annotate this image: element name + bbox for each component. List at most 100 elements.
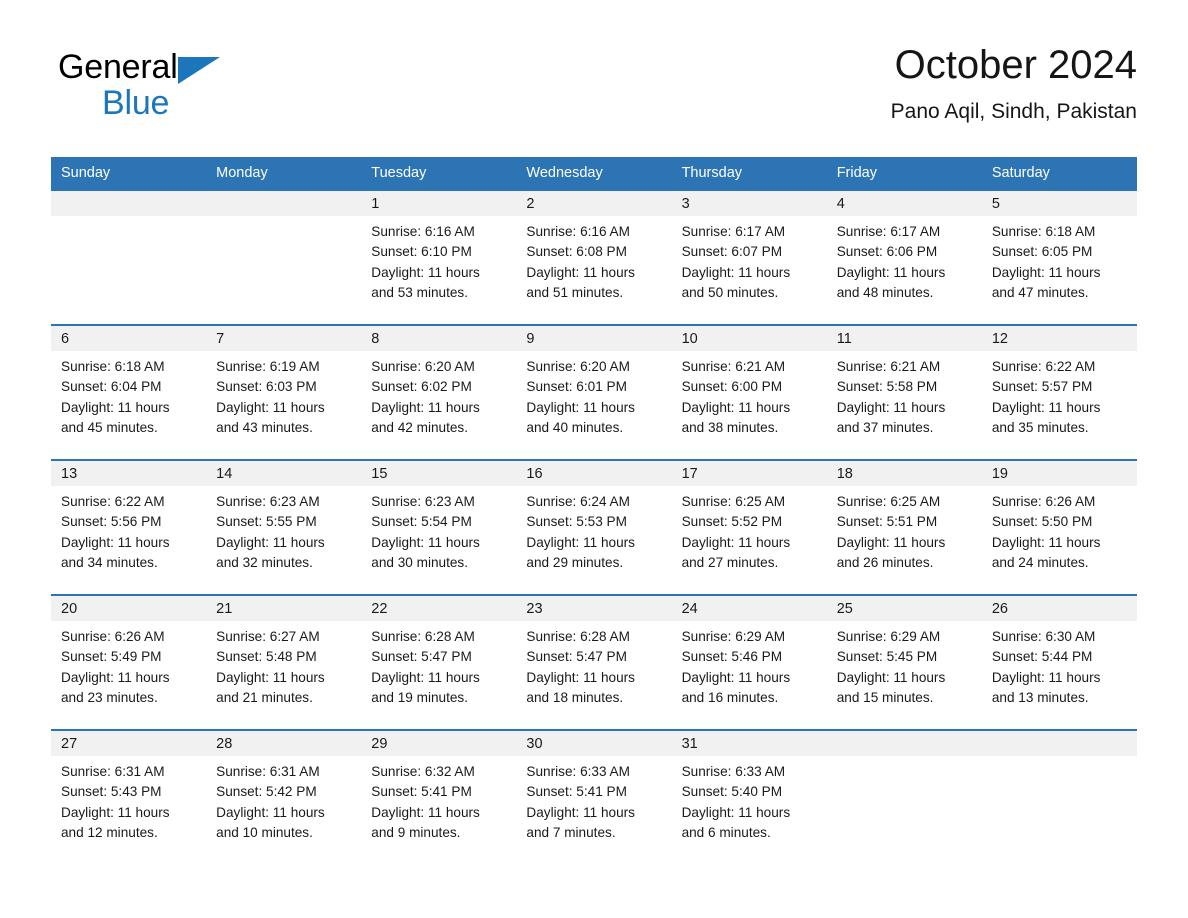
day-detail-sunset: Sunset: 6:10 PM	[371, 244, 472, 260]
calendar-day-cell[interactable]: 3 Sunrise: 6:17 AM Sunset: 6:07 PM Daylight…	[671, 189, 827, 325]
day-number: 26	[981, 596, 1137, 621]
day-detail-daylight-line2: and 48 minutes.	[836, 284, 934, 300]
weekday-header-sunday: Sunday	[51, 157, 207, 190]
day-details	[51, 216, 206, 222]
day-cell-inner	[981, 731, 1137, 864]
calendar-day-cell[interactable]: 6 Sunrise: 6:18 AM Sunset: 6:04 PM Daylight…	[51, 324, 207, 460]
day-detail-daylight-line2: and 16 minutes.	[681, 689, 779, 705]
day-detail-daylight-line1: Daylight: 11 hours	[681, 534, 791, 550]
calendar-day-cell[interactable]: 30 Sunrise: 6:33 AM Sunset: 5:41 PM Dayligh…	[516, 729, 672, 864]
calendar-day-cell[interactable]: 10 Sunrise: 6:21 AM Sunset: 6:00 PM Dayligh…	[671, 324, 827, 460]
calendar-day-cell[interactable]: 13 Sunrise: 6:22 AM Sunset: 5:56 PM Dayligh…	[51, 459, 207, 595]
day-detail-daylight-line2: and 21 minutes.	[216, 689, 313, 705]
weekday-header-friday: Friday	[826, 157, 982, 190]
day-cell-inner: 12 Sunrise: 6:22 AM Sunset: 5:57 PM Dayligh…	[981, 326, 1137, 459]
calendar-day-cell[interactable]: 2 Sunrise: 6:16 AM Sunset: 6:08 PM Daylight…	[516, 189, 672, 325]
day-details: Sunrise: 6:33 AM Sunset: 5:41 PM Daylight:…	[516, 756, 671, 843]
day-cell-inner: 29 Sunrise: 6:32 AM Sunset: 5:41 PM Dayligh…	[361, 731, 517, 864]
calendar-day-cell[interactable]: 23 Sunrise: 6:28 AM Sunset: 5:47 PM Dayligh…	[516, 594, 672, 730]
calendar-day-cell[interactable]: 15 Sunrise: 6:23 AM Sunset: 5:54 PM Dayligh…	[361, 459, 517, 595]
calendar-day-cell[interactable]: 22 Sunrise: 6:28 AM Sunset: 5:47 PM Dayligh…	[361, 594, 517, 730]
day-detail-daylight-line2: and 24 minutes.	[991, 554, 1089, 570]
calendar-table: Sunday Monday Tuesday Wednesday Thursday…	[51, 157, 1137, 864]
calendar-day-cell[interactable]: 1 Sunrise: 6:16 AM Sunset: 6:10 PM Daylight…	[361, 189, 517, 325]
day-detail-daylight-line1: Daylight: 11 hours	[216, 399, 325, 415]
calendar-day-cell[interactable]: 26 Sunrise: 6:30 AM Sunset: 5:44 PM Dayligh…	[981, 594, 1137, 730]
calendar-day-cell[interactable]: 24 Sunrise: 6:29 AM Sunset: 5:46 PM Dayligh…	[671, 594, 827, 730]
calendar-day-cell[interactable]: 25 Sunrise: 6:29 AM Sunset: 5:45 PM Dayligh…	[826, 594, 982, 730]
day-detail-daylight-line2: and 35 minutes.	[991, 419, 1089, 435]
day-detail-sunset: Sunset: 5:43 PM	[61, 784, 162, 800]
day-detail-sunset: Sunset: 5:47 PM	[371, 649, 472, 665]
calendar-day-cell[interactable]: 17 Sunrise: 6:25 AM Sunset: 5:52 PM Dayligh…	[671, 459, 827, 595]
day-detail-daylight-line1: Daylight: 11 hours	[216, 534, 325, 550]
day-cell-inner: 15 Sunrise: 6:23 AM Sunset: 5:54 PM Dayligh…	[361, 461, 517, 594]
logo-text-blue: Blue	[102, 84, 170, 122]
day-details: Sunrise: 6:17 AM Sunset: 6:06 PM Daylight:…	[827, 216, 982, 303]
calendar-day-cell[interactable]: 5 Sunrise: 6:18 AM Sunset: 6:05 PM Daylight…	[981, 189, 1137, 325]
day-detail-sunrise: Sunrise: 6:31 AM	[216, 764, 320, 779]
day-detail-sunrise: Sunrise: 6:28 AM	[371, 629, 475, 644]
day-details: Sunrise: 6:25 AM Sunset: 5:51 PM Daylight:…	[827, 486, 982, 573]
day-cell-inner: 13 Sunrise: 6:22 AM Sunset: 5:56 PM Dayligh…	[51, 461, 207, 594]
day-cell-inner: 4 Sunrise: 6:17 AM Sunset: 6:06 PM Daylight…	[826, 191, 982, 324]
day-detail-sunrise: Sunrise: 6:33 AM	[526, 764, 630, 779]
calendar-day-cell[interactable]: 16 Sunrise: 6:24 AM Sunset: 5:53 PM Dayligh…	[516, 459, 672, 595]
day-detail-sunrise: Sunrise: 6:26 AM	[61, 629, 165, 644]
day-detail-sunrise: Sunrise: 6:27 AM	[216, 629, 320, 644]
calendar-day-cell[interactable]: 31 Sunrise: 6:33 AM Sunset: 5:40 PM Dayligh…	[671, 729, 827, 864]
calendar-day-cell[interactable]: 11 Sunrise: 6:21 AM Sunset: 5:58 PM Dayligh…	[826, 324, 982, 460]
day-detail-sunset: Sunset: 5:44 PM	[991, 649, 1093, 665]
calendar-day-cell[interactable]: 28 Sunrise: 6:31 AM Sunset: 5:42 PM Dayligh…	[206, 729, 362, 864]
day-cell-inner	[206, 191, 362, 324]
day-detail-sunset: Sunset: 6:04 PM	[61, 379, 162, 395]
day-detail-sunrise: Sunrise: 6:21 AM	[681, 359, 786, 374]
day-detail-daylight-line2: and 7 minutes.	[526, 824, 616, 840]
day-detail-daylight-line2: and 30 minutes.	[371, 554, 469, 570]
calendar-day-cell[interactable]: 8 Sunrise: 6:20 AM Sunset: 6:02 PM Daylight…	[361, 324, 517, 460]
day-detail-sunrise: Sunrise: 6:19 AM	[216, 359, 320, 374]
day-detail-sunset: Sunset: 5:50 PM	[991, 514, 1093, 530]
day-detail-daylight-line1: Daylight: 11 hours	[526, 804, 635, 820]
day-cell-inner: 20 Sunrise: 6:26 AM Sunset: 5:49 PM Dayligh…	[51, 596, 207, 729]
calendar-day-cell[interactable]: 18 Sunrise: 6:25 AM Sunset: 5:51 PM Dayligh…	[826, 459, 982, 595]
generalblue-logo[interactable]: General Blue	[58, 50, 220, 120]
day-detail-sunset: Sunset: 5:46 PM	[681, 649, 783, 665]
calendar-day-cell[interactable]: 21 Sunrise: 6:27 AM Sunset: 5:48 PM Dayligh…	[206, 594, 362, 730]
day-detail-sunrise: Sunrise: 6:20 AM	[371, 359, 475, 374]
day-cell-inner: 11 Sunrise: 6:21 AM Sunset: 5:58 PM Dayligh…	[826, 326, 982, 459]
day-detail-daylight-line2: and 19 minutes.	[371, 689, 469, 705]
calendar-day-cell[interactable]: 27 Sunrise: 6:31 AM Sunset: 5:43 PM Dayligh…	[51, 729, 207, 864]
day-cell-inner: 19 Sunrise: 6:26 AM Sunset: 5:50 PM Dayligh…	[981, 461, 1137, 594]
calendar-day-cell[interactable]: 4 Sunrise: 6:17 AM Sunset: 6:06 PM Daylight…	[826, 189, 982, 325]
day-number: 9	[516, 326, 672, 351]
day-detail-sunset: Sunset: 6:01 PM	[526, 379, 627, 395]
day-detail-sunset: Sunset: 5:47 PM	[526, 649, 627, 665]
calendar-day-cell[interactable]: 14 Sunrise: 6:23 AM Sunset: 5:55 PM Dayligh…	[206, 459, 362, 595]
weekday-header-tuesday: Tuesday	[361, 157, 517, 190]
day-detail-sunrise: Sunrise: 6:25 AM	[681, 494, 786, 509]
day-detail-sunrise: Sunrise: 6:22 AM	[61, 494, 165, 509]
logo-triangle-icon	[177, 57, 220, 84]
day-detail-daylight-line2: and 18 minutes.	[526, 689, 624, 705]
page-header: General Blue October 2024 Pano Aqil, Sin…	[0, 0, 1188, 123]
day-number: 18	[826, 461, 982, 486]
calendar-body: 1 Sunrise: 6:16 AM Sunset: 6:10 PM Daylight…	[51, 189, 1137, 864]
calendar-day-cell[interactable]: 19 Sunrise: 6:26 AM Sunset: 5:50 PM Dayligh…	[981, 459, 1137, 595]
day-detail-daylight-line2: and 29 minutes.	[526, 554, 624, 570]
day-detail-sunrise: Sunrise: 6:25 AM	[836, 494, 941, 509]
day-cell-inner: 3 Sunrise: 6:17 AM Sunset: 6:07 PM Daylight…	[671, 191, 827, 324]
calendar-day-cell[interactable]: 12 Sunrise: 6:22 AM Sunset: 5:57 PM Dayligh…	[981, 324, 1137, 460]
calendar-day-cell[interactable]: 29 Sunrise: 6:32 AM Sunset: 5:41 PM Dayligh…	[361, 729, 517, 864]
calendar-day-cell[interactable]: 20 Sunrise: 6:26 AM Sunset: 5:49 PM Dayligh…	[51, 594, 207, 730]
day-detail-daylight-line2: and 50 minutes.	[681, 284, 779, 300]
day-detail-daylight-line1: Daylight: 11 hours	[526, 264, 635, 280]
calendar-day-cell[interactable]: 9 Sunrise: 6:20 AM Sunset: 6:01 PM Daylight…	[516, 324, 672, 460]
day-detail-daylight-line1: Daylight: 11 hours	[681, 399, 791, 415]
day-details: Sunrise: 6:22 AM Sunset: 5:56 PM Daylight:…	[51, 486, 206, 573]
day-detail-sunset: Sunset: 5:56 PM	[61, 514, 162, 530]
calendar-day-cell[interactable]: 7 Sunrise: 6:19 AM Sunset: 6:03 PM Daylight…	[206, 324, 362, 460]
day-details: Sunrise: 6:33 AM Sunset: 5:40 PM Daylight:…	[672, 756, 827, 843]
calendar-week-row: 27 Sunrise: 6:31 AM Sunset: 5:43 PM Dayligh…	[51, 729, 1137, 864]
day-cell-inner: 28 Sunrise: 6:31 AM Sunset: 5:42 PM Dayligh…	[206, 731, 362, 864]
